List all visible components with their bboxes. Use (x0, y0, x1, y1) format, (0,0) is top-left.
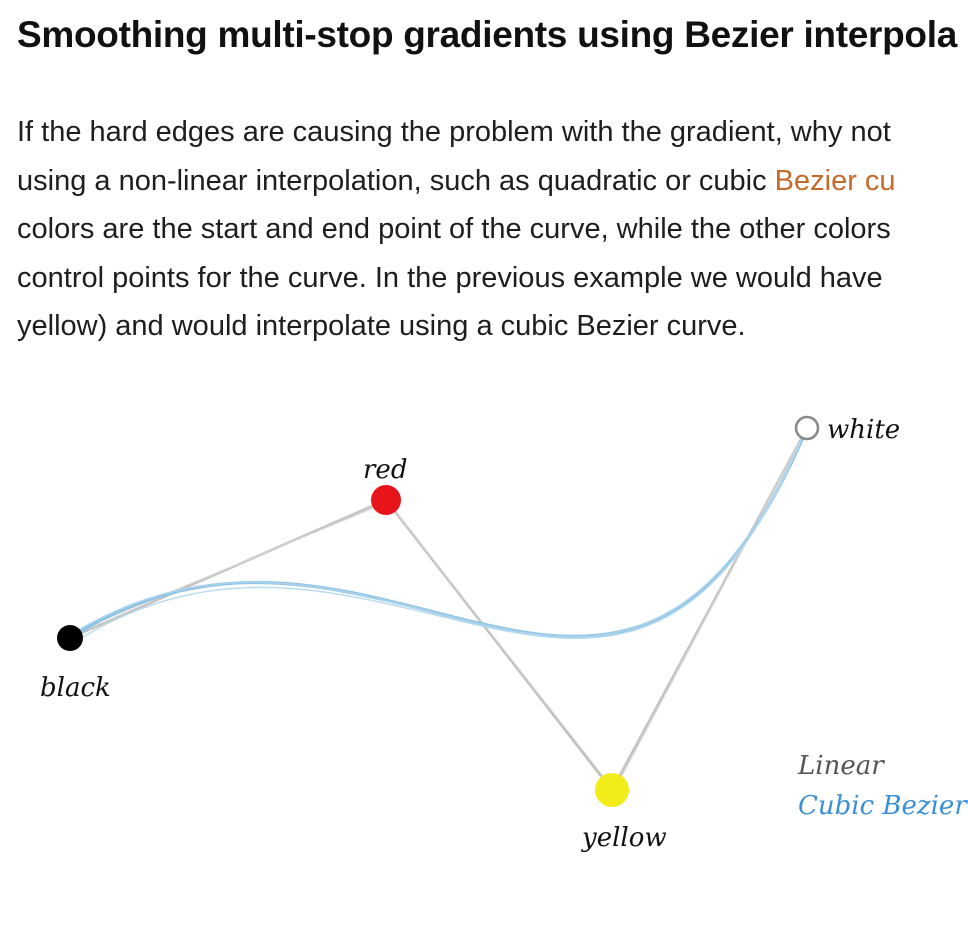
section-heading: Smoothing multi-stop gradients using Bez… (17, 14, 957, 55)
white-point (794, 415, 820, 441)
black-point (57, 625, 83, 651)
intro-paragraph: If the hard edges are causing the proble… (17, 108, 896, 351)
legend-cubic-bezier: Cubic Bezier (798, 791, 968, 821)
linear-segment-black-red (68, 498, 388, 640)
illustration-svg: black red white yellow Linear Cubic Bezi… (40, 415, 968, 853)
label-red: red (363, 455, 407, 485)
paragraph-line-2: using a non-linear interpolation, such a… (17, 157, 896, 206)
paragraph-line-4: control points for the curve. In the pre… (17, 261, 883, 294)
bezier-curve-link[interactable]: Bezier cu (775, 165, 896, 197)
linear-segment-yellow-white-sketch (617, 435, 804, 784)
linear-lines (68, 426, 809, 792)
article-page: Smoothing multi-stop gradients using Bez… (0, 0, 968, 950)
legend-linear: Linear (797, 751, 885, 781)
paragraph-line-5: yellow) and would interpolate using a cu… (17, 310, 746, 342)
bezier-curve-sketch-a (71, 433, 805, 638)
paragraph-line-2-text: using a non-linear interpolation, such a… (17, 164, 775, 197)
yellow-point (595, 773, 629, 807)
red-point (371, 485, 401, 515)
linear-segment-red-yellow-sketch (390, 505, 610, 785)
label-black: black (40, 673, 111, 703)
label-yellow: yellow (581, 823, 667, 853)
bezier-gradient-illustration: black red white yellow Linear Cubic Bezi… (0, 380, 968, 950)
paragraph-line-1: If the hard edges are causing the proble… (17, 116, 891, 148)
paragraph-line-3: colors are the start and end point of th… (17, 213, 891, 245)
linear-segment-black-red-sketch (73, 503, 384, 633)
bezier-curve-stroke (68, 426, 809, 640)
label-white: white (827, 415, 900, 445)
bezier-curve (68, 426, 809, 643)
